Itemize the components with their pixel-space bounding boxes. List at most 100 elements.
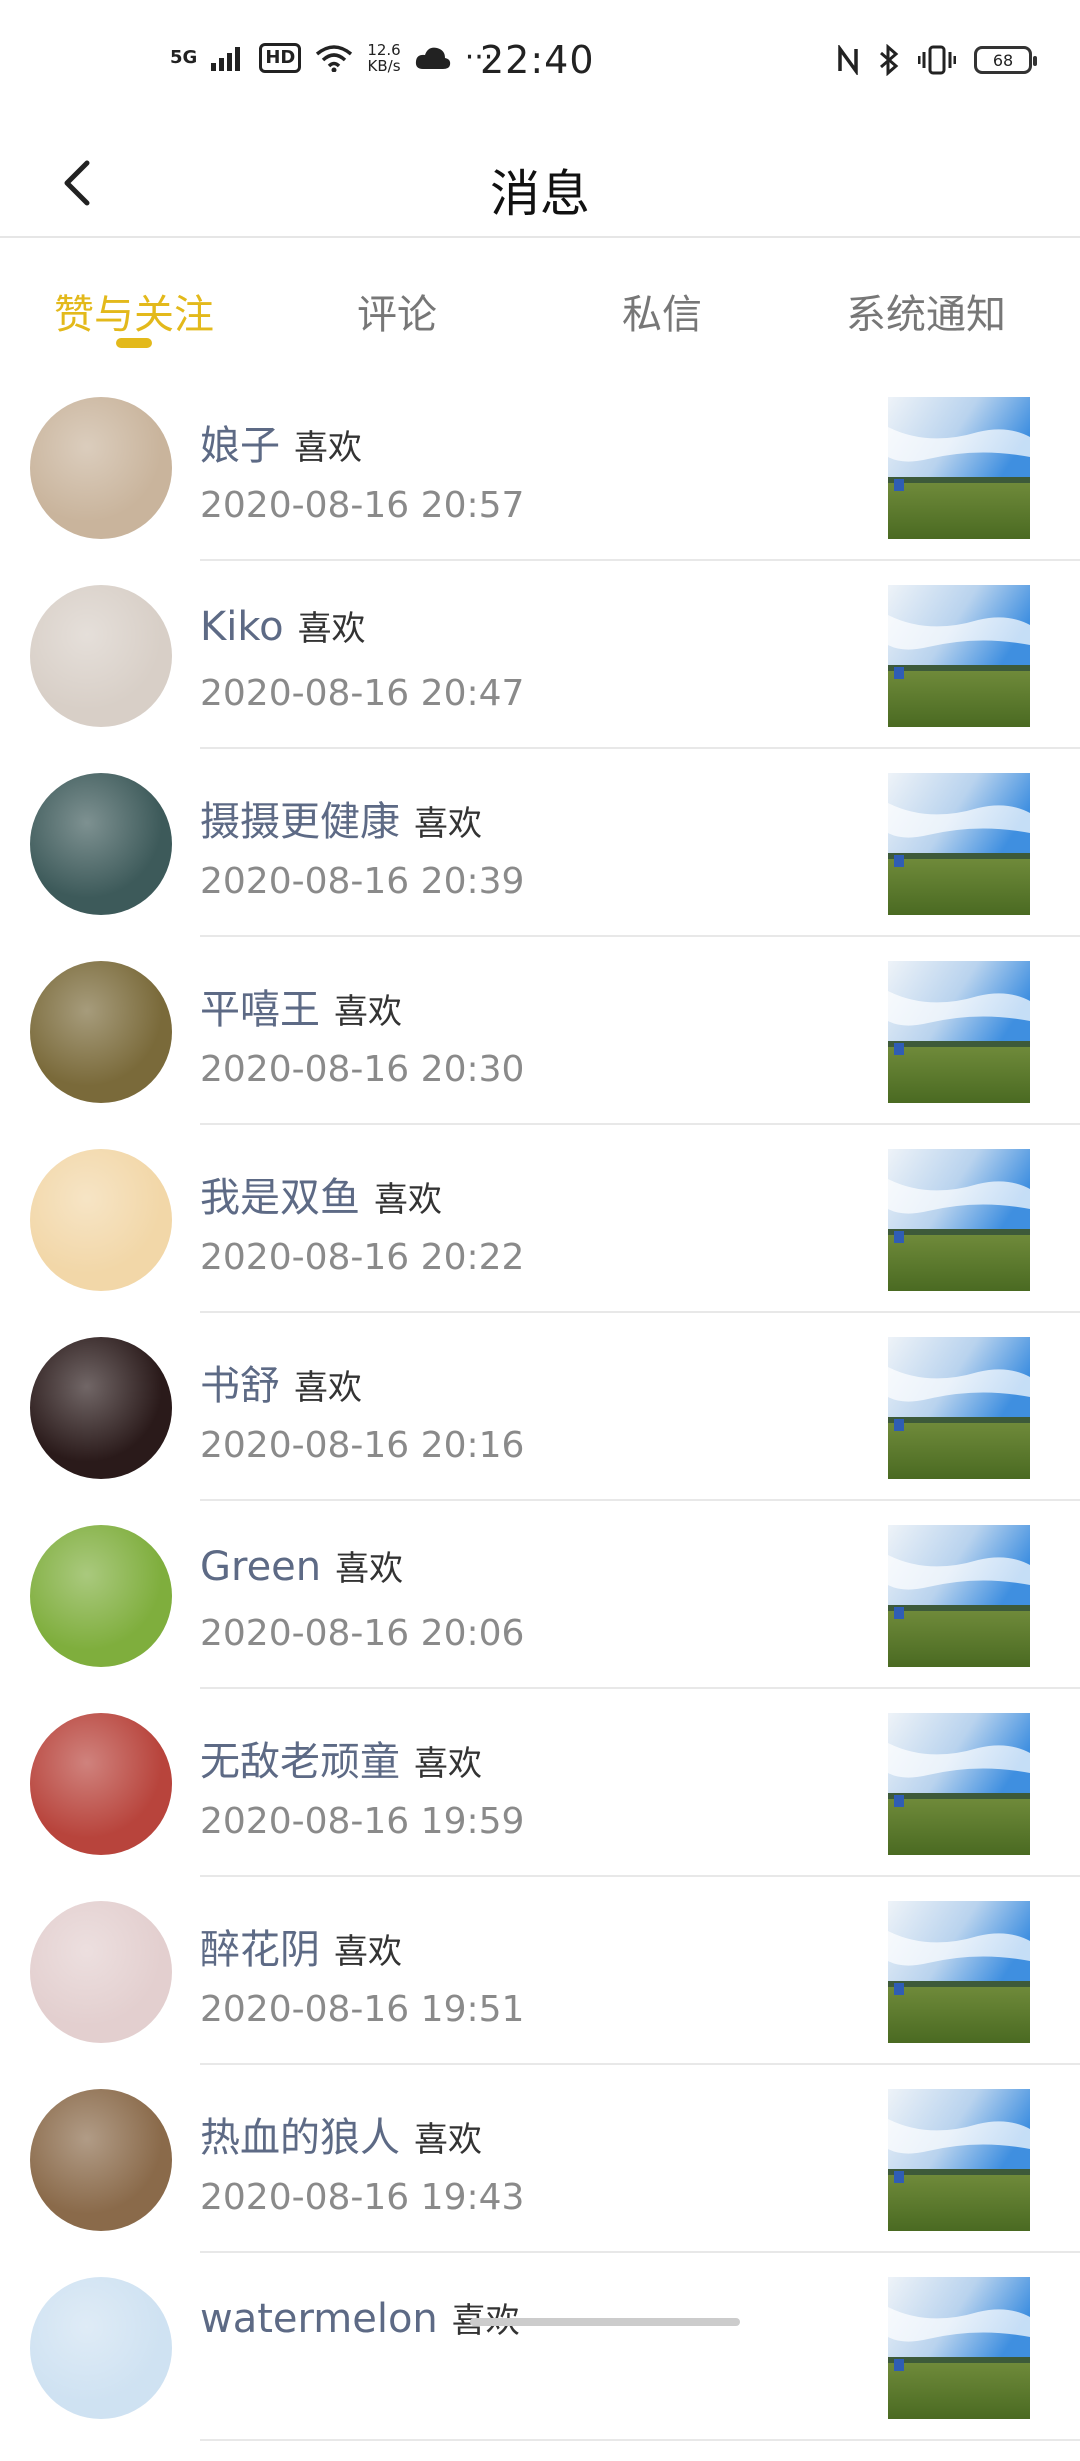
notification-row[interactable]: 我是双鱼 喜欢 2020-08-16 20:22 bbox=[0, 1145, 1080, 1333]
landscape-thumbnail-image bbox=[888, 773, 1030, 915]
post-thumbnail[interactable] bbox=[888, 585, 1030, 727]
post-thumbnail[interactable] bbox=[888, 1713, 1030, 1855]
divider bbox=[200, 2439, 1080, 2441]
avatar[interactable] bbox=[30, 397, 172, 539]
landscape-thumbnail-image bbox=[888, 397, 1030, 539]
divider bbox=[200, 559, 1080, 561]
user-name[interactable]: 无敌老顽童 bbox=[200, 1739, 400, 1785]
timestamp: 2020-08-16 20:39 bbox=[200, 861, 525, 902]
avatar[interactable] bbox=[30, 961, 172, 1103]
top-nav-bar: 消息 bbox=[0, 130, 1080, 238]
action-text: 喜欢 bbox=[374, 1180, 442, 1220]
divider bbox=[200, 2063, 1080, 2065]
user-name[interactable]: 热血的狼人 bbox=[200, 2115, 400, 2161]
user-name[interactable]: 娘子 bbox=[200, 423, 280, 469]
action-text: 喜欢 bbox=[414, 804, 482, 844]
timestamp: 2020-08-16 20:06 bbox=[200, 1613, 525, 1654]
tab-private-messages[interactable]: 私信 bbox=[552, 282, 772, 340]
timestamp: 2020-08-16 19:51 bbox=[200, 1989, 525, 2030]
notification-row[interactable]: watermelon 喜欢 bbox=[0, 2273, 1080, 2461]
notification-row[interactable]: Kiko 喜欢 2020-08-16 20:47 bbox=[0, 581, 1080, 769]
landscape-thumbnail-image bbox=[888, 1525, 1030, 1667]
page-title: 消息 bbox=[490, 165, 590, 223]
notification-row[interactable]: 摄摄更健康 喜欢 2020-08-16 20:39 bbox=[0, 769, 1080, 957]
action-text: 喜欢 bbox=[414, 2120, 482, 2160]
active-tab-indicator bbox=[116, 338, 152, 348]
action-text: 喜欢 bbox=[297, 609, 366, 649]
clock: 22:40 bbox=[480, 38, 595, 82]
status-left-icons: 5G HD 12.6 KB/s ··· bbox=[170, 42, 493, 74]
user-name[interactable]: watermelon bbox=[200, 2296, 438, 2342]
home-indicator bbox=[470, 2318, 740, 2326]
network-speed: 12.6 KB/s bbox=[367, 42, 400, 74]
speed-value: 12.6 bbox=[367, 41, 401, 59]
post-thumbnail[interactable] bbox=[888, 1337, 1030, 1479]
landscape-thumbnail-image bbox=[888, 1713, 1030, 1855]
notification-list: 娘子 喜欢 2020-08-16 20:57 Kiko 喜欢 2020-08-16 … bbox=[0, 393, 1080, 2461]
speed-unit: KB/s bbox=[367, 57, 401, 75]
avatar[interactable] bbox=[30, 2277, 172, 2419]
action-text: 喜欢 bbox=[294, 428, 362, 468]
post-thumbnail[interactable] bbox=[888, 1901, 1030, 2043]
user-name[interactable]: 我是双鱼 bbox=[200, 1175, 360, 1221]
tab-likes-follows[interactable]: 赞与关注 bbox=[24, 282, 244, 340]
tab-system-notifications[interactable]: 系统通知 bbox=[816, 282, 1036, 340]
post-thumbnail[interactable] bbox=[888, 961, 1030, 1103]
vibrate-icon bbox=[918, 45, 956, 75]
message-tabs: 赞与关注 评论 私信 系统通知 bbox=[0, 268, 1080, 358]
tab-comments[interactable]: 评论 bbox=[287, 282, 507, 340]
post-thumbnail[interactable] bbox=[888, 2277, 1030, 2419]
post-thumbnail[interactable] bbox=[888, 773, 1030, 915]
avatar[interactable] bbox=[30, 1713, 172, 1855]
post-thumbnail[interactable] bbox=[888, 397, 1030, 539]
user-name[interactable]: 摄摄更健康 bbox=[200, 799, 400, 845]
cloud-icon bbox=[415, 47, 450, 69]
user-name[interactable]: 平嘻王 bbox=[200, 987, 320, 1033]
notification-row[interactable]: 无敌老顽童 喜欢 2020-08-16 19:59 bbox=[0, 1709, 1080, 1897]
user-name[interactable]: 醉花阴 bbox=[200, 1927, 320, 1973]
avatar[interactable] bbox=[30, 1525, 172, 1667]
user-name[interactable]: 书舒 bbox=[200, 1363, 280, 1409]
timestamp: 2020-08-16 20:22 bbox=[200, 1237, 525, 1278]
user-name[interactable]: Green bbox=[200, 1544, 321, 1590]
user-name[interactable]: Kiko bbox=[200, 604, 284, 650]
notification-row[interactable]: Green 喜欢 2020-08-16 20:06 bbox=[0, 1521, 1080, 1709]
avatar[interactable] bbox=[30, 773, 172, 915]
landscape-thumbnail-image bbox=[888, 2277, 1030, 2419]
status-right-icons: 68 bbox=[836, 44, 1037, 76]
battery-level: 68 bbox=[992, 50, 1014, 70]
post-thumbnail[interactable] bbox=[888, 2089, 1030, 2231]
avatar[interactable] bbox=[30, 1149, 172, 1291]
post-thumbnail[interactable] bbox=[888, 1149, 1030, 1291]
avatar[interactable] bbox=[30, 585, 172, 727]
landscape-thumbnail-image bbox=[888, 2089, 1030, 2231]
avatar[interactable] bbox=[30, 2089, 172, 2231]
timestamp: 2020-08-16 20:16 bbox=[200, 1425, 525, 1466]
timestamp: 2020-08-16 20:57 bbox=[200, 485, 525, 526]
landscape-thumbnail-image bbox=[888, 961, 1030, 1103]
landscape-thumbnail-image bbox=[888, 1149, 1030, 1291]
bluetooth-icon bbox=[880, 44, 899, 76]
battery-icon: 68 bbox=[974, 46, 1037, 74]
notification-row[interactable]: 热血的狼人 喜欢 2020-08-16 19:43 bbox=[0, 2085, 1080, 2273]
divider bbox=[200, 1311, 1080, 1313]
timestamp: 2020-08-16 20:30 bbox=[200, 1049, 525, 1090]
wifi-icon bbox=[316, 45, 353, 72]
timestamp: 2020-08-16 19:59 bbox=[200, 1801, 525, 1842]
divider bbox=[200, 1875, 1080, 1877]
avatar[interactable] bbox=[30, 1901, 172, 2043]
notification-row[interactable]: 平嘻王 喜欢 2020-08-16 20:30 bbox=[0, 957, 1080, 1145]
notification-row[interactable]: 书舒 喜欢 2020-08-16 20:16 bbox=[0, 1333, 1080, 1521]
action-text: 喜欢 bbox=[414, 1744, 482, 1784]
landscape-thumbnail-image bbox=[888, 1337, 1030, 1479]
action-text: 喜欢 bbox=[335, 1549, 404, 1589]
timestamp: 2020-08-16 19:43 bbox=[200, 2177, 525, 2218]
signal-icon bbox=[211, 47, 241, 71]
divider bbox=[200, 2251, 1080, 2253]
nfc-icon bbox=[838, 45, 858, 75]
notification-row[interactable]: 娘子 喜欢 2020-08-16 20:57 bbox=[0, 393, 1080, 581]
post-thumbnail[interactable] bbox=[888, 1525, 1030, 1667]
notification-row[interactable]: 醉花阴 喜欢 2020-08-16 19:51 bbox=[0, 1897, 1080, 2085]
divider bbox=[200, 747, 1080, 749]
avatar[interactable] bbox=[30, 1337, 172, 1479]
